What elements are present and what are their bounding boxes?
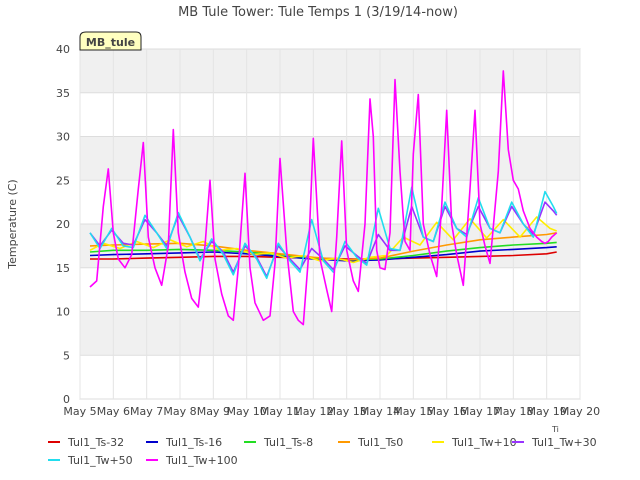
station-badge-label: MB_tule	[86, 36, 135, 49]
legend-item: Tul1_Ts-16	[146, 436, 222, 449]
grid-band	[80, 311, 580, 356]
legend-label: Tul1_Tw+30	[531, 436, 597, 449]
legend-label: Tul1_Ts-8	[263, 436, 313, 449]
legend-label: Tul1_Ts-16	[165, 436, 222, 449]
corner-note: Ti	[551, 425, 559, 434]
legend-label: Tul1_Tw+100	[165, 454, 238, 467]
y-tick-label: 10	[56, 306, 70, 319]
chart-title: MB Tule Tower: Tule Temps 1 (3/19/14-now…	[178, 5, 458, 20]
x-tick-label: May 9	[197, 405, 230, 418]
legend: Tul1_Ts-32 Tul1_Ts-16 Tul1_Ts-8 Tul1_Ts0 Tul…	[48, 436, 597, 467]
legend-item: Tul1_Tw+50	[48, 454, 133, 467]
grid-band	[80, 136, 580, 181]
legend-item: Tul1_Ts-8	[244, 436, 313, 449]
y-tick-label: 20	[56, 218, 70, 231]
legend-item: Tul1_Ts0	[338, 436, 403, 449]
legend-label: Tul1_Tw+10	[451, 436, 517, 449]
legend-item: Tul1_Tw+30	[512, 436, 597, 449]
station-badge: MB_tule	[79, 31, 142, 51]
chart-svg: MB Tule Tower: Tule Temps 1 (3/19/14-now…	[6, 5, 600, 467]
legend-item: Tul1_Ts-32	[48, 436, 124, 449]
y-tick-label: 40	[56, 43, 70, 56]
legend-item: Tul1_Tw+100	[146, 454, 238, 467]
x-tick-labels: May 5 May 6 May 7 May 8 May 9May 10May 11May…	[63, 405, 600, 418]
y-tick-label: 15	[56, 262, 70, 275]
x-tick-label: May 8	[163, 405, 196, 418]
y-axis-label: Temperature (C)	[6, 179, 19, 269]
x-tick-label: May 20	[560, 405, 600, 418]
y-tick-label: 25	[56, 174, 70, 187]
y-tick-labels: 0510152025303540	[56, 43, 70, 406]
legend-label: Tul1_Ts-32	[67, 436, 124, 449]
y-tick-label: 30	[56, 131, 70, 144]
legend-label: Tul1_Tw+50	[67, 454, 133, 467]
legend-label: Tul1_Ts0	[357, 436, 403, 449]
y-tick-label: 35	[56, 87, 70, 100]
x-tick-label: May 7	[130, 405, 163, 418]
y-tick-label: 5	[63, 349, 70, 362]
x-tick-label: May 5	[63, 405, 96, 418]
x-tick-label: May 6	[97, 405, 130, 418]
legend-item: Tul1_Tw+10	[432, 436, 517, 449]
